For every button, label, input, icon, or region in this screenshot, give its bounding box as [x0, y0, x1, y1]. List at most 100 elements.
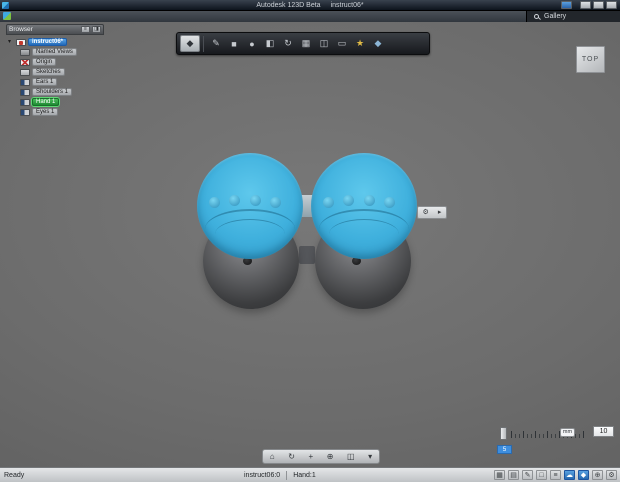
scale-value-input[interactable]: 10	[593, 426, 614, 437]
window-title: Autodesk 123D Beta instruct06*	[0, 0, 620, 11]
document-status: instruct06:0 Hand:1	[244, 470, 316, 480]
face-bump	[209, 197, 220, 208]
model-tree: ▾ instruct06* Named Views Origin Sketche…	[6, 35, 104, 117]
face-bump	[250, 195, 261, 206]
box-primitive-tool-icon[interactable]: ■	[225, 35, 243, 53]
status-separator	[286, 470, 288, 480]
document-title: instruct06*	[330, 2, 364, 9]
menu-cube-button[interactable]: ◆	[180, 35, 200, 52]
tree-item-label: Sketches	[32, 68, 65, 76]
combine-tool-icon[interactable]: ◫	[315, 35, 333, 53]
revolve-tool-icon[interactable]: ↻	[279, 35, 297, 53]
face-bump	[270, 197, 281, 208]
tree-item-label: Ears 1	[32, 78, 58, 86]
layers-toggle-icon[interactable]: ▤	[508, 470, 519, 480]
grid-value-input[interactable]: 5	[497, 445, 512, 454]
extrude-tool-icon[interactable]: ◧	[261, 35, 279, 53]
close-button[interactable]	[606, 1, 617, 9]
solid-body-icon	[20, 98, 30, 106]
search-icon	[534, 14, 539, 19]
tree-item-label: Hand 1	[32, 98, 60, 106]
tree-item-label: Shoulders 1	[32, 88, 73, 96]
share-icon[interactable]: ◆	[578, 470, 589, 480]
scale-slider-handle[interactable]	[500, 427, 507, 440]
browser-collapse-button[interactable]: ◨	[92, 26, 101, 33]
unit-badge: mm	[560, 428, 575, 437]
sketch-tool-icon[interactable]: ✎	[207, 35, 225, 53]
3d-viewport[interactable]: Browser ≡ ◨ ▾ instruct06* Named Views Or…	[0, 22, 620, 467]
face-bump	[384, 197, 395, 208]
view-cube[interactable]: TOP	[576, 46, 605, 73]
selected-face-right[interactable]	[311, 153, 417, 259]
chevron-right-icon[interactable]: ▸	[438, 209, 442, 216]
face-bump	[364, 195, 375, 206]
topbar: Gallery	[0, 11, 620, 22]
gallery-button[interactable]: Gallery	[526, 11, 620, 22]
sphere-primitive-tool-icon[interactable]: ●	[243, 35, 261, 53]
tree-item-ears[interactable]: Ears 1	[6, 77, 104, 87]
tree-item-label: instruct06*	[28, 38, 68, 46]
annotate-icon[interactable]: ✎	[522, 470, 533, 480]
sketch-icon	[20, 68, 30, 76]
cloud-sync-icon[interactable]: ☁	[564, 470, 575, 480]
tree-item-shoulders[interactable]: Shoulders 1	[6, 87, 104, 97]
origin-icon	[20, 58, 30, 66]
material-tool-icon[interactable]: ★	[351, 35, 369, 53]
browser-title: Browser	[9, 26, 33, 33]
face-bump	[229, 195, 240, 206]
app-title: Autodesk 123D Beta	[256, 2, 321, 9]
named-views-icon	[20, 48, 30, 56]
model-neck[interactable]	[299, 246, 315, 264]
tree-item-label: Origin	[32, 58, 57, 66]
zoom-status-icon[interactable]: ⊕	[592, 470, 603, 480]
view-cube-face-label: TOP	[581, 56, 600, 63]
tree-item-eyes[interactable]: Eyes 1	[6, 107, 104, 117]
document-icon	[16, 38, 26, 46]
toolbar-separator	[203, 35, 204, 52]
selection-ref-label: Hand:1	[293, 471, 316, 479]
maximize-button[interactable]	[593, 1, 604, 9]
selected-face-left[interactable]	[197, 153, 303, 259]
orbit-icon[interactable]: ↻	[288, 452, 295, 461]
gallery-label: Gallery	[544, 13, 567, 20]
split-tool-icon[interactable]: ▭	[333, 35, 351, 53]
scale-ruler: mm 10 5	[494, 423, 616, 459]
statusbar: Ready instruct06:0 Hand:1 ▦ ▤ ✎ □ ≡ ☁ ◆ …	[0, 467, 620, 482]
browser-header: Browser ≡ ◨	[6, 24, 104, 35]
titlebar: Autodesk 123D Beta instruct06*	[0, 0, 620, 11]
selection-mini-toolbar: ⚙ ▸	[417, 206, 447, 219]
tree-item-hand[interactable]: Hand 1	[6, 97, 104, 107]
minimize-button[interactable]	[580, 1, 591, 9]
chevron-down-icon[interactable]: ▾	[368, 452, 372, 461]
face-contour	[215, 219, 285, 249]
help-button[interactable]	[561, 1, 572, 9]
navigation-toolbar: ⌂ ↻ + ⊕ ◫ ▾	[262, 449, 380, 464]
solid-body-icon	[20, 88, 30, 96]
main-toolbar: ◆ ✎ ■ ● ◧ ↻ ▦ ◫ ▭ ★ ◆	[176, 32, 430, 55]
tree-item-label: Named Views	[32, 48, 77, 56]
tree-item-origin[interactable]: Origin	[6, 57, 104, 67]
solid-body-icon	[20, 78, 30, 86]
app-window: Autodesk 123D Beta instruct06* Gallery B…	[0, 0, 620, 482]
tree-item-named-views[interactable]: Named Views	[6, 47, 104, 57]
pattern-tool-icon[interactable]: ▦	[297, 35, 315, 53]
window-controls	[561, 1, 617, 9]
settings-gear-icon[interactable]: ⚙	[606, 470, 617, 480]
pan-icon[interactable]: +	[308, 452, 313, 461]
statusbar-icons: ▦ ▤ ✎ □ ≡ ☁ ◆ ⊕ ⚙	[494, 470, 617, 480]
ready-status: Ready	[4, 471, 25, 479]
tree-item-sketches[interactable]: Sketches	[6, 67, 104, 77]
solid-body-icon	[20, 108, 30, 116]
view-modes-icon[interactable]: ◫	[347, 452, 355, 461]
gear-icon[interactable]: ⚙	[423, 209, 429, 216]
expander-icon[interactable]: ▾	[8, 39, 14, 45]
browser-options-button[interactable]: ≡	[81, 26, 90, 33]
app-logo-icon[interactable]	[3, 12, 11, 20]
home-view-icon[interactable]: ⌂	[270, 452, 275, 461]
effects-tool-icon[interactable]: ◆	[369, 35, 387, 53]
snap-toggle-icon[interactable]: □	[536, 470, 547, 480]
list-view-icon[interactable]: ≡	[550, 470, 561, 480]
tree-item-root[interactable]: ▾ instruct06*	[6, 37, 104, 47]
zoom-icon[interactable]: ⊕	[327, 452, 334, 461]
grid-toggle-icon[interactable]: ▦	[494, 470, 505, 480]
